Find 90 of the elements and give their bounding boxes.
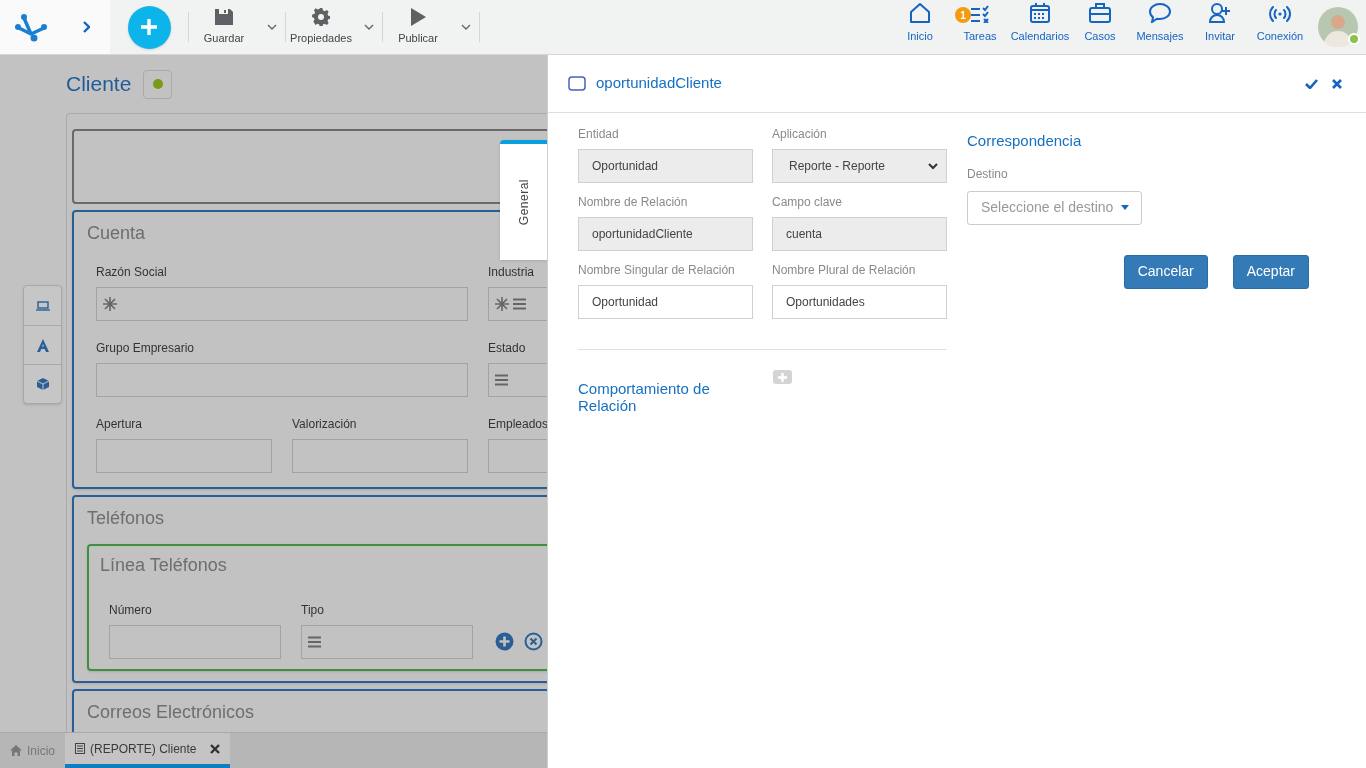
field-label: Apertura	[96, 416, 144, 433]
close-icon	[1332, 78, 1342, 89]
field-label: Campo clave	[772, 194, 844, 211]
panel-title: oportunidadCliente	[596, 73, 723, 94]
font-icon	[36, 338, 49, 352]
vertical-tab[interactable]: General	[500, 140, 547, 260]
document-icon	[75, 743, 85, 754]
field-label: Aplicación	[772, 126, 828, 143]
list-icon	[513, 298, 526, 310]
readonly-field: Oportunidad	[578, 149, 753, 183]
nav-item[interactable]: Invitar	[1190, 0, 1250, 54]
nav-item[interactable]: Tareas 1	[950, 0, 1010, 54]
field-label: Empleados	[488, 416, 547, 433]
readonly-field: oportunidadCliente	[578, 217, 753, 251]
toolbar-button[interactable]: Publicar	[383, 7, 453, 47]
input-field[interactable]: Oportunidad	[578, 285, 753, 319]
plus-icon	[778, 372, 787, 382]
caret-icon[interactable]	[364, 24, 374, 30]
input-field[interactable]	[96, 287, 468, 321]
speech-bubble-icon	[1149, 2, 1171, 23]
logo-icon[interactable]	[14, 12, 48, 42]
field-label: Tipo	[301, 602, 325, 619]
line-title: Línea Teléfonos	[100, 554, 228, 577]
section-heading: Correspondencia	[967, 131, 1083, 151]
nav-item[interactable]: Mensajes	[1130, 0, 1190, 54]
asterisk-icon	[103, 297, 117, 311]
home-icon	[10, 745, 22, 756]
toolbar-button[interactable]: Propiedades	[286, 7, 356, 47]
field-label: Nombre Singular de Relación	[578, 262, 736, 279]
field-label: Destino	[967, 165, 1009, 183]
input-field[interactable]	[301, 625, 473, 659]
field-label: Estado	[488, 340, 527, 357]
check-icon	[1304, 78, 1318, 89]
caret-icon[interactable]	[461, 24, 471, 30]
field-label: Valorización	[292, 416, 358, 433]
dropdown-button[interactable]: Seleccione el destino	[967, 190, 1142, 225]
field-label: Número	[109, 602, 153, 619]
avatar[interactable]	[1318, 7, 1358, 47]
input-field[interactable]	[292, 439, 468, 473]
action-button[interactable]: Aceptar	[1232, 254, 1309, 289]
list-icon	[308, 636, 321, 648]
chevron-right-icon[interactable]	[82, 21, 90, 33]
notification-badge: 1	[955, 7, 971, 23]
add-row-icon[interactable]	[495, 632, 514, 651]
toolbar-button[interactable]: Guardar	[189, 7, 259, 47]
briefcase-icon	[1089, 2, 1111, 23]
action-button[interactable]: Cancelar	[1123, 254, 1208, 289]
checklist-icon	[970, 4, 990, 23]
field-label: Razón Social	[96, 264, 168, 281]
close-icon[interactable]	[209, 743, 220, 754]
readonly-field: cuenta	[772, 217, 947, 251]
caret-icon	[1121, 205, 1130, 210]
nav-item[interactable]: Inicio	[890, 0, 950, 54]
calendar-icon	[1030, 2, 1050, 23]
laptop-icon	[35, 300, 50, 311]
nav-item[interactable]: Casos	[1070, 0, 1130, 54]
nav-item[interactable]: Conexión	[1250, 0, 1310, 54]
form-title: Cliente	[66, 71, 132, 98]
home-icon	[909, 2, 931, 23]
checkbox-icon	[568, 76, 586, 91]
add-user-icon	[1209, 2, 1231, 23]
field-label: Industria	[488, 264, 536, 281]
plus-icon	[140, 18, 158, 36]
field-label: Nombre de Relación	[578, 194, 689, 211]
input-field[interactable]	[96, 363, 468, 397]
caret-icon[interactable]	[267, 24, 277, 30]
cube-icon	[36, 378, 49, 390]
save-icon	[214, 7, 234, 26]
input-field[interactable]: Oportunidades	[772, 285, 947, 319]
asterisk-icon	[495, 297, 509, 311]
input-field[interactable]	[109, 625, 281, 659]
input-field[interactable]	[96, 439, 272, 473]
status-button[interactable]	[143, 69, 173, 99]
add-button[interactable]	[127, 5, 171, 49]
field-label: Nombre Plural de Relación	[772, 262, 917, 279]
remove-row-icon[interactable]	[524, 632, 543, 651]
field-label: Entidad	[578, 126, 620, 143]
select-field[interactable]: Reporte - Reporte	[772, 149, 947, 183]
section-title: Correos Electrónicos	[87, 701, 256, 724]
close-button[interactable]	[1330, 76, 1344, 91]
settings-icon	[312, 7, 330, 26]
field-label: Grupo Empresario	[96, 340, 196, 357]
bottom-tab[interactable]: (REPORTE) Cliente	[65, 733, 230, 768]
chevron-down-icon	[928, 162, 938, 170]
signal-icon	[1268, 4, 1292, 23]
section-heading: Comportamiento de Relación	[578, 379, 711, 414]
list-icon	[495, 374, 508, 386]
section-title: Teléfonos	[87, 507, 166, 530]
play-icon	[410, 7, 426, 26]
nav-item[interactable]: Calendarios	[1010, 0, 1070, 54]
